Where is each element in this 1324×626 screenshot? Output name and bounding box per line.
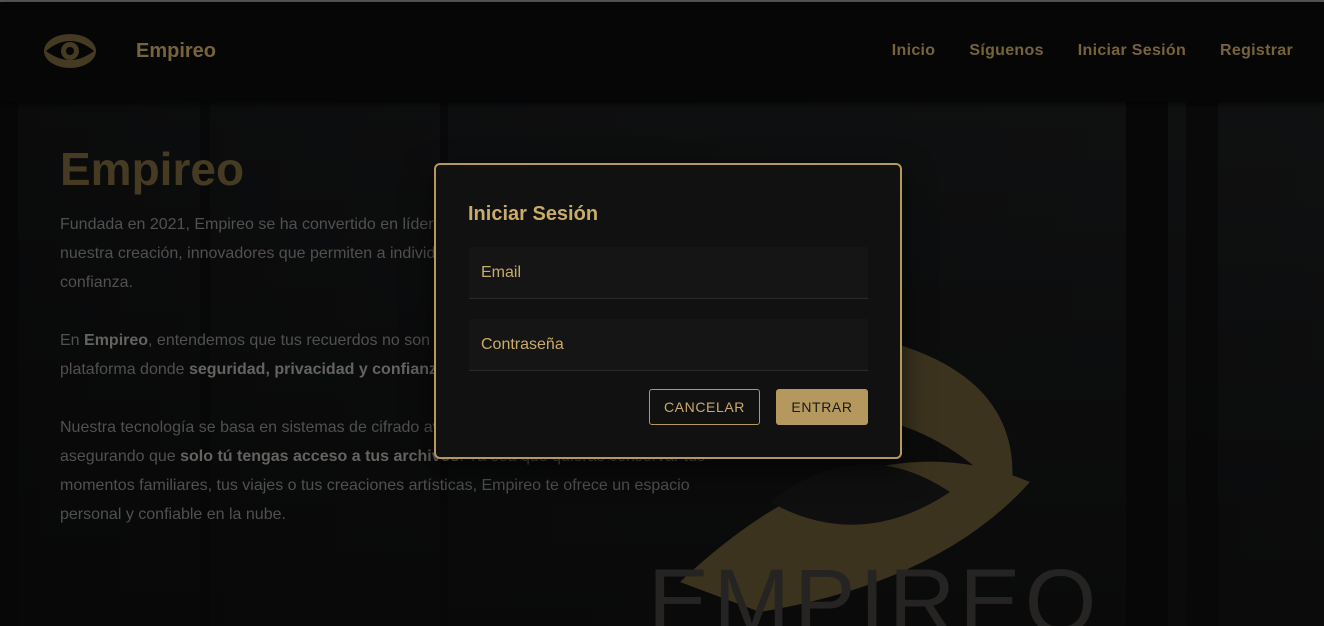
login-modal: Iniciar Sesión Email Contraseña CANCELAR… bbox=[434, 163, 902, 459]
submit-button[interactable]: ENTRAR bbox=[776, 389, 868, 425]
modal-title: Iniciar Sesión bbox=[468, 203, 599, 225]
cancel-button[interactable]: CANCELAR bbox=[649, 389, 760, 425]
email-field[interactable]: Email bbox=[469, 247, 868, 299]
password-field[interactable]: Contraseña bbox=[469, 319, 868, 371]
